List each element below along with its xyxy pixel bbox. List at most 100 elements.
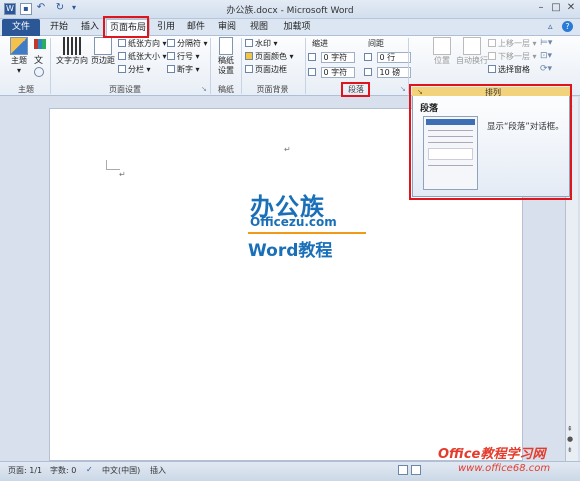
watermark-site-name: Office教程学习网 [438,447,546,462]
window-title: 办公族.docx - Microsoft Word [226,6,354,16]
group-separator [305,38,306,94]
selection-pane-button[interactable]: 选择窗格 [488,64,530,76]
page-setup-launcher-icon[interactable]: ↘ [201,85,207,93]
breaks-icon [167,39,175,47]
theme-fonts-icon[interactable]: 文 [34,53,43,66]
highlight-paragraph-group [341,82,370,97]
tab-references[interactable]: 引用 [152,19,180,36]
logo-officezu-url: Officezu.com [250,215,337,229]
status-mode[interactable]: 插入 [150,465,166,476]
spacing-before-row: 0 行 [364,52,411,64]
page-color-icon [245,52,253,60]
spacing-after-icon [364,68,372,76]
help-icon[interactable]: ? [562,21,573,32]
watermark-button[interactable]: 水印 ▾ [245,38,278,50]
scroll-page-up-icon[interactable]: ⇞ [567,425,573,433]
indent-left-input[interactable]: 0 字符 [320,52,355,63]
position-button[interactable]: 位置 [430,37,454,66]
margin-corner-mark [106,160,120,170]
highlight-page-layout-tab [103,16,149,38]
highlight-tooltip [409,84,572,200]
columns-icon [118,65,126,73]
line-numbers-button[interactable]: 行号 ▾ [167,51,200,63]
status-page[interactable]: 页面: 1/1 [8,465,42,476]
watermark-site-url: www.office68.com [458,463,551,474]
text-direction-button[interactable]: 文字方向 [56,37,88,66]
columns-button[interactable]: 分栏 ▾ [118,64,151,76]
line-numbers-icon [167,52,175,60]
rotate-icon[interactable]: ⟳▾ [540,64,552,74]
bring-forward-button[interactable]: 上移一层 ▾ [488,38,537,50]
hyphenation-button[interactable]: 断字 ▾ [167,64,200,76]
selection-pane-icon [488,65,496,73]
orientation-button[interactable]: 纸张方向 ▾ [118,38,167,50]
wrap-text-icon [463,37,481,55]
scroll-page-down-icon[interactable]: ⇟ [567,446,573,454]
indent-right-icon [308,68,316,76]
draft-settings-button[interactable]: 稿纸 设置 [214,37,238,76]
minimize-icon[interactable]: – [534,1,548,15]
size-button[interactable]: 纸张大小 ▾ [118,51,167,63]
breaks-button[interactable]: 分隔符 ▾ [167,38,208,50]
status-language[interactable]: 中文(中国) [102,465,140,476]
spacing-before-icon [364,53,372,61]
page-color-button[interactable]: 页面颜色 ▾ [245,51,294,63]
group-separator [241,38,242,94]
group-icon[interactable]: ⊡▾ [540,51,552,61]
send-backward-icon [488,52,496,60]
position-icon [433,37,451,55]
group-label-draft: 稿纸 [218,85,234,94]
indent-label: 缩进 [312,39,328,48]
spacing-label: 间距 [368,39,384,48]
page-borders-button[interactable]: 页面边框 [245,64,287,76]
status-words[interactable]: 字数: 0 [50,465,76,476]
paragraph-launcher-icon[interactable]: ↘ [400,85,406,93]
logo-word-tutorial: Word教程 [248,241,333,261]
tab-review[interactable]: 审阅 [213,19,241,36]
paragraph-mark: ↵ [284,145,291,154]
text-direction-icon [63,37,81,55]
maximize-icon[interactable]: □ [549,1,563,15]
browse-object-icon[interactable]: ● [567,435,573,443]
logo-divider [248,232,366,234]
draft-paper-icon [219,37,233,55]
tab-mailings[interactable]: 邮件 [182,19,210,36]
watermark-icon [245,39,253,47]
indent-right-input[interactable]: 0 字符 [320,67,355,78]
tab-file[interactable]: 文件 [2,19,40,36]
align-icon[interactable]: ⊨▾ [540,38,552,48]
page-borders-icon [245,65,253,73]
spacing-after-input[interactable]: 10 磅 [376,67,411,78]
group-label-page-background: 页面背景 [256,85,289,94]
print-layout-icon[interactable] [398,465,408,475]
themes-icon [10,37,28,55]
group-label-theme: 主题 [18,85,34,94]
tab-home[interactable]: 开始 [44,19,74,36]
bring-forward-icon [488,39,496,47]
margins-icon [94,37,112,55]
orientation-icon [118,39,126,47]
close-icon[interactable]: ✕ [564,1,578,15]
paragraph-mark: ↵ [119,170,126,179]
tab-addins[interactable]: 加载项 [277,19,317,36]
theme-effects-icon[interactable] [34,67,44,77]
tab-view[interactable]: 视图 [245,19,273,36]
hyphenation-icon [167,65,175,73]
margins-button[interactable]: 页边距 [89,37,117,66]
full-screen-reading-icon[interactable] [411,465,421,475]
spacing-before-input[interactable]: 0 行 [376,52,411,63]
theme-colors-icon[interactable] [34,39,46,49]
tab-insert[interactable]: 插入 [76,19,104,36]
group-label-page-setup: 页面设置 [109,85,141,94]
group-separator [50,38,51,94]
send-backward-button[interactable]: 下移一层 ▾ [488,51,537,63]
wrap-text-button[interactable]: 自动换行 [455,37,489,66]
indent-left-row: 0 字符 [308,52,355,64]
size-icon [118,52,126,60]
indent-right-row: 0 字符 [308,67,355,79]
ribbon-minimize-icon[interactable]: ▵ [548,22,553,32]
group-separator [210,38,211,94]
spacing-after-row: 10 磅 [364,67,411,79]
proofing-icon[interactable]: ✓ [86,465,93,474]
themes-button[interactable]: 主题 ▾ [6,37,32,76]
